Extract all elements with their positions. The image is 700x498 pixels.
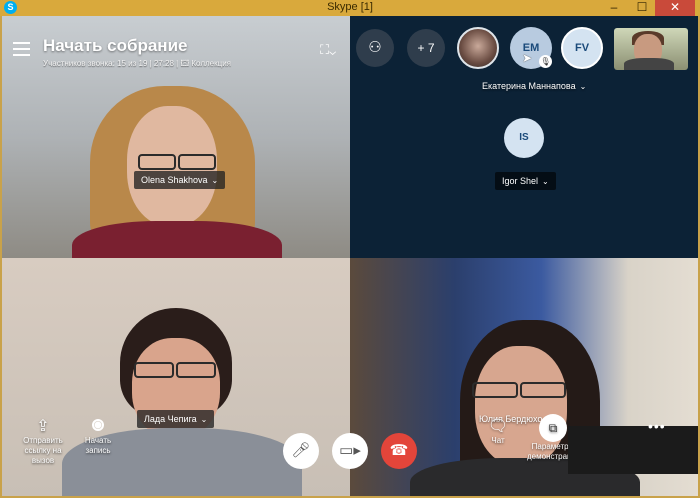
microphone-button[interactable]: 🎤︎: [283, 433, 319, 469]
participant-body: [624, 58, 674, 70]
maximize-button[interactable]: ☐: [632, 0, 652, 16]
glasses-left: [472, 382, 518, 398]
camera-button[interactable]: ▭▸: [332, 433, 368, 469]
participant-body: [72, 221, 282, 258]
participant-name: Екатерина Маннапова: [482, 81, 576, 91]
call-info: Участников звонка: 15 из 19 | 27:28 | 🖾 …: [43, 59, 232, 68]
window-title: Skype [1]: [327, 1, 373, 13]
share-link-label: Отправить ссылку на вызов: [23, 436, 63, 465]
skype-call-window: S Skype [1] – ☐ ✕ Начать собрание Участн…: [0, 0, 700, 498]
menu-icon[interactable]: [13, 42, 30, 56]
muted-mic-icon: 🎙: [539, 55, 552, 68]
record-icon: [92, 419, 104, 431]
chat-label: Чат: [491, 436, 505, 445]
add-participant-button[interactable]: ⚇: [356, 29, 394, 67]
microphone-icon: 🎤︎: [291, 442, 311, 459]
participant-name: Olena Shakhova: [141, 175, 208, 185]
screen-share-icon: ⧉: [539, 414, 567, 442]
self-video-preview[interactable]: [614, 28, 688, 70]
more-options-button[interactable]: •••: [648, 418, 666, 434]
glasses-right: [176, 362, 216, 378]
chat-icon: 🗨︎: [487, 418, 509, 435]
end-call-button[interactable]: ☎: [381, 433, 417, 469]
participant-name: Лада Чепига: [144, 414, 197, 424]
chat-button[interactable]: 🗨︎ Чат: [481, 418, 515, 446]
glasses-left: [138, 154, 176, 170]
start-recording-button[interactable]: Начать запись: [76, 418, 120, 456]
layout-switch-icon[interactable]: ⛶⌄: [320, 43, 342, 57]
participant-avatar-is[interactable]: IS: [504, 118, 544, 158]
name-label-is[interactable]: Igor Shel ⌄: [495, 172, 556, 190]
participant-avatar-fv[interactable]: FV: [561, 27, 603, 69]
share-link-button[interactable]: ⇪ Отправить ссылку на вызов: [18, 418, 68, 466]
close-button[interactable]: ✕: [655, 0, 695, 16]
name-label-lada[interactable]: Лада Чепига ⌄: [137, 410, 215, 428]
glasses-right: [178, 154, 216, 170]
minimize-button[interactable]: –: [604, 0, 624, 16]
chevron-down-icon: ⌄: [200, 415, 208, 424]
share-icon: ⇪: [36, 418, 50, 435]
name-label-em[interactable]: Екатерина Маннапова ⌄: [475, 77, 593, 95]
participant-avatar-photo[interactable]: [457, 27, 499, 69]
chevron-down-icon: ⌄: [211, 176, 219, 185]
more-participants-button[interactable]: + 7: [407, 29, 445, 67]
notification-panel: [568, 426, 698, 474]
chevron-down-icon: ⌄: [579, 82, 587, 91]
title-bar: S Skype [1] – ☐ ✕: [0, 0, 700, 16]
participant-name: Igor Shel: [502, 176, 539, 186]
camera-icon: ▭▸: [339, 442, 361, 459]
meeting-title: Начать собрание: [43, 36, 188, 55]
mouse-cursor-icon: ➤: [522, 51, 533, 65]
glasses-right: [520, 382, 566, 398]
hang-up-icon: ☎: [389, 442, 409, 459]
add-person-icon: ⚇: [368, 39, 382, 56]
chevron-down-icon: ⌄: [542, 177, 549, 186]
start-record-label: Начать запись: [84, 436, 112, 455]
glasses-left: [134, 362, 174, 378]
name-label-olena[interactable]: Olena Shakhova ⌄: [134, 171, 226, 189]
